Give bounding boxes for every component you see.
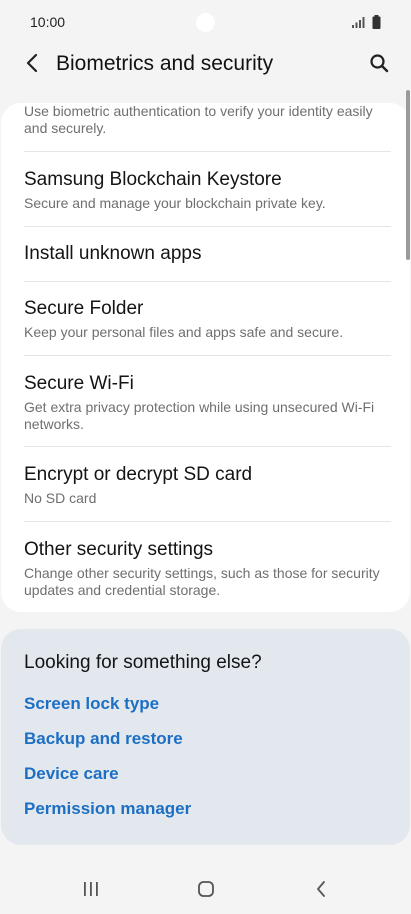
navigation-bar bbox=[0, 866, 411, 914]
divider bbox=[24, 151, 391, 152]
settings-list: Use biometric authentication to verify y… bbox=[1, 103, 410, 612]
list-item-secure-folder[interactable]: Secure Folder Keep your personal files a… bbox=[24, 298, 391, 341]
recent-apps-icon bbox=[82, 881, 100, 902]
setting-title: Other security settings bbox=[24, 539, 214, 560]
list-item-blockchain-keystore[interactable]: Samsung Blockchain Keystore Secure and m… bbox=[24, 169, 391, 212]
list-item-encrypt-sd-card[interactable]: Encrypt or decrypt SD card No SD card bbox=[24, 464, 391, 507]
home-button[interactable] bbox=[193, 878, 219, 904]
suggestions-card: Looking for something else? Screen lock … bbox=[1, 629, 410, 845]
setting-description: No SD card bbox=[24, 490, 97, 506]
link-backup-and-restore[interactable]: Backup and restore bbox=[24, 729, 183, 749]
battery-icon bbox=[372, 15, 381, 29]
link-device-care[interactable]: Device care bbox=[24, 764, 119, 784]
divider bbox=[24, 446, 391, 447]
list-item-biometric-partial[interactable]: Use biometric authentication to verify y… bbox=[24, 103, 391, 136]
recent-apps-button[interactable] bbox=[78, 878, 104, 904]
setting-description: Keep your personal files and apps safe a… bbox=[24, 324, 344, 340]
chevron-left-icon bbox=[25, 53, 39, 78]
list-item-secure-wifi[interactable]: Secure Wi-Fi Get extra privacy protectio… bbox=[24, 373, 391, 432]
back-icon bbox=[314, 880, 328, 903]
setting-title: Secure Folder bbox=[24, 298, 144, 319]
divider bbox=[24, 521, 391, 522]
status-time: 10:00 bbox=[30, 14, 66, 30]
status-icons bbox=[352, 15, 381, 29]
setting-title: Encrypt or decrypt SD card bbox=[24, 464, 253, 485]
home-icon bbox=[197, 880, 215, 903]
list-item-other-security-settings[interactable]: Other security settings Change other sec… bbox=[24, 539, 391, 598]
setting-description: Get extra privacy protection while using… bbox=[24, 399, 375, 432]
setting-description: Change other security settings, such as … bbox=[24, 565, 380, 598]
scrollbar[interactable] bbox=[406, 90, 410, 260]
divider bbox=[24, 226, 391, 227]
search-icon bbox=[369, 53, 389, 78]
divider bbox=[24, 355, 391, 356]
setting-title: Secure Wi-Fi bbox=[24, 373, 134, 394]
setting-description: Use biometric authentication to verify y… bbox=[24, 103, 373, 136]
suggestions-title: Looking for something else? bbox=[24, 652, 262, 673]
camera-cutout bbox=[196, 13, 215, 32]
link-permission-manager[interactable]: Permission manager bbox=[24, 799, 191, 819]
link-screen-lock-type[interactable]: Screen lock type bbox=[24, 694, 159, 714]
setting-description: Secure and manage your blockchain privat… bbox=[24, 195, 326, 211]
setting-title: Samsung Blockchain Keystore bbox=[24, 169, 282, 190]
setting-title: Install unknown apps bbox=[24, 243, 202, 264]
search-button[interactable] bbox=[365, 51, 393, 79]
divider bbox=[24, 281, 391, 282]
signal-icon bbox=[352, 16, 366, 28]
app-bar: Biometrics and security bbox=[0, 44, 411, 86]
page-title: Biometrics and security bbox=[56, 52, 274, 75]
list-item-install-unknown-apps[interactable]: Install unknown apps bbox=[24, 243, 391, 265]
nav-back-button[interactable] bbox=[308, 878, 334, 904]
back-button[interactable] bbox=[18, 51, 46, 79]
